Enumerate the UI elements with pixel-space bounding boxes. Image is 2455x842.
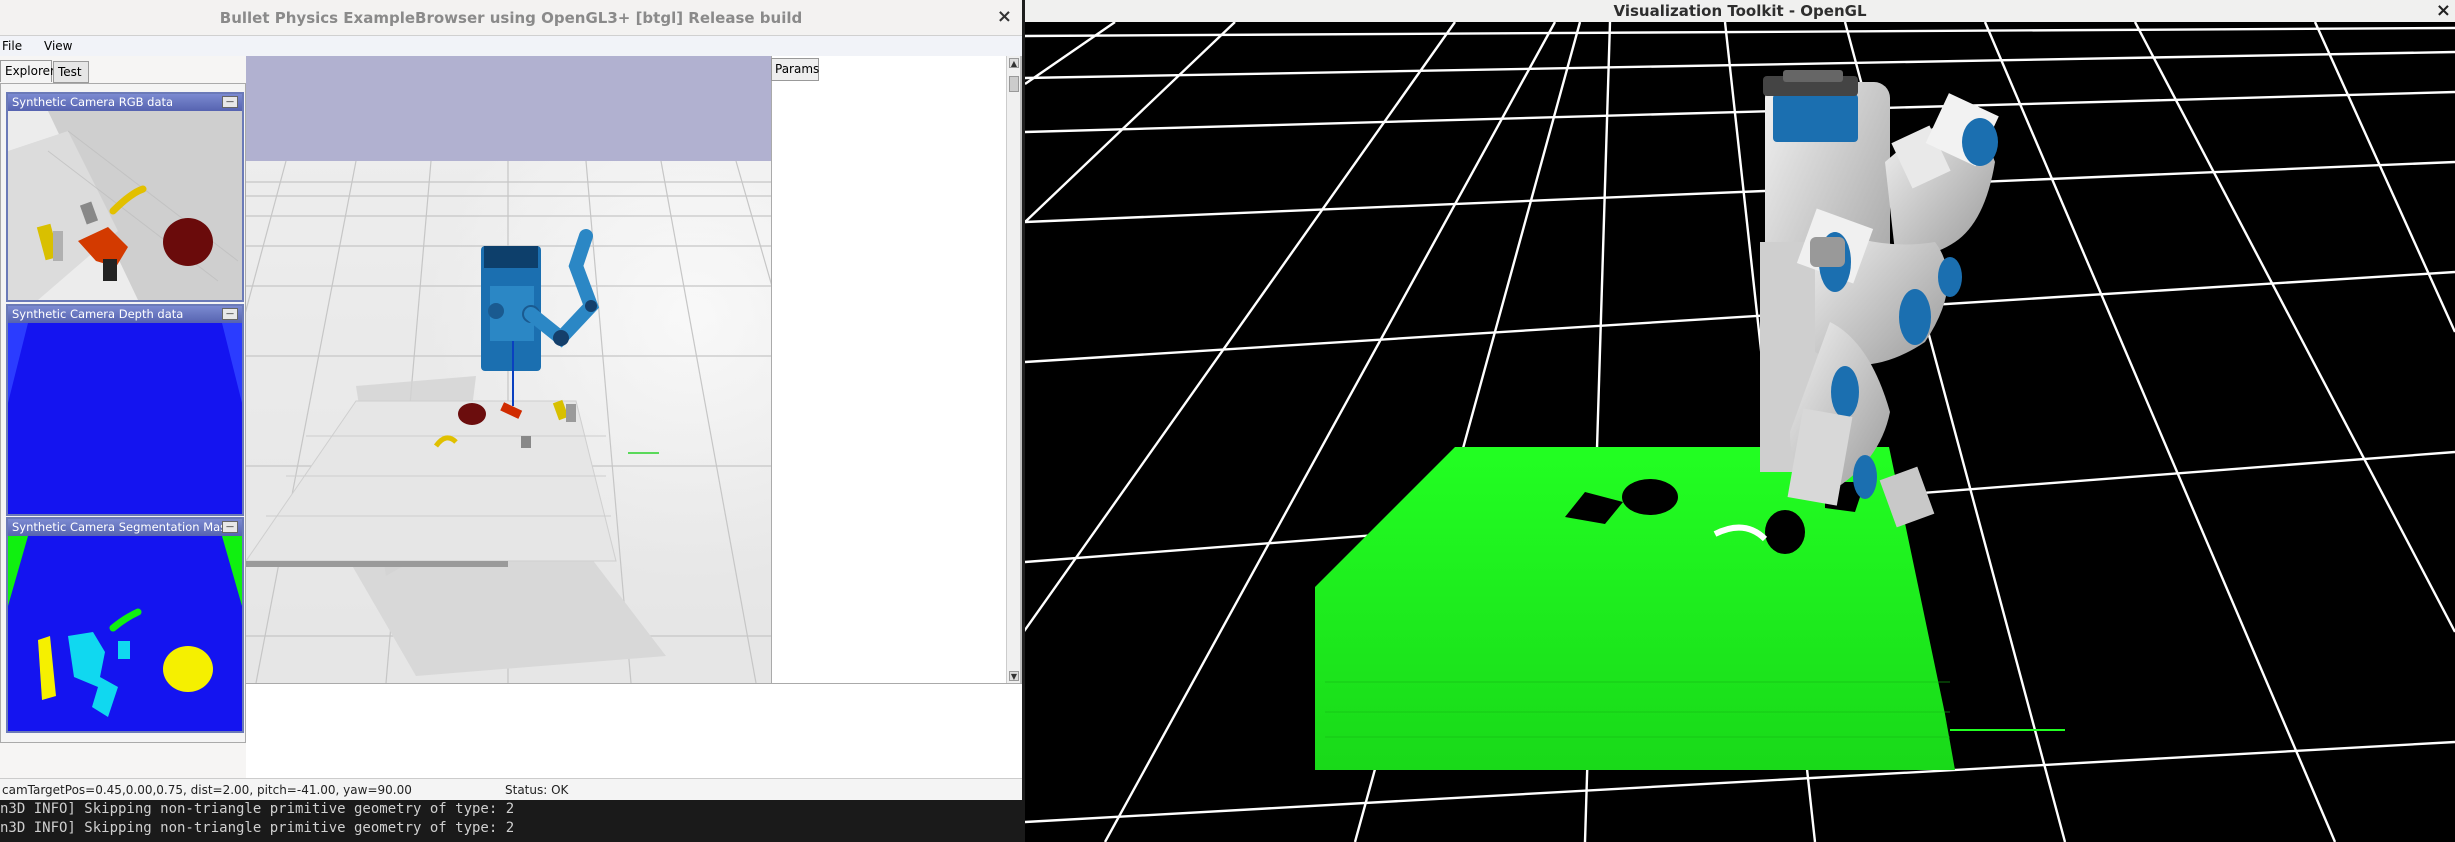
menu-view[interactable]: View <box>44 39 72 53</box>
segmentation-camera-title: Synthetic Camera Segmentation Mask <box>12 520 233 534</box>
vtk-window: Visualization Toolkit - OpenGL × <box>1025 0 2455 842</box>
bullet-example-browser-window: Bullet Physics ExampleBrowser using Open… <box>0 0 1022 800</box>
scroll-down-icon[interactable]: ▼ <box>1009 671 1019 681</box>
depth-camera-title: Synthetic Camera Depth data <box>12 307 184 321</box>
vtk-render-view[interactable] <box>1025 22 2455 842</box>
close-icon[interactable]: × <box>997 6 1012 27</box>
menu-bar: File View <box>0 36 1022 56</box>
status-bar: camTargetPos=0.45,0.00,0.75, dist=2.00, … <box>0 778 1022 800</box>
segmentation-camera-window[interactable]: Synthetic Camera Segmentation Mask — <box>6 517 244 733</box>
rgb-camera-title: Synthetic Camera RGB data <box>12 95 174 109</box>
minimize-icon[interactable]: — <box>222 96 238 108</box>
minimize-icon[interactable]: — <box>222 308 238 320</box>
output-pane <box>246 683 1022 778</box>
window-titlebar[interactable]: Visualization Toolkit - OpenGL × <box>1025 0 2455 22</box>
camera-status-text: camTargetPos=0.45,0.00,0.75, dist=2.00, … <box>2 783 412 797</box>
terminal-line: n3D INFO] Skipping non-triangle primitiv… <box>0 820 515 836</box>
physics-viewport[interactable] <box>246 56 771 683</box>
tab-params[interactable]: Params <box>771 58 819 81</box>
scroll-thumb[interactable] <box>1009 76 1019 92</box>
rgb-camera-image <box>8 111 242 300</box>
minimize-icon[interactable]: — <box>222 521 238 533</box>
window-title: Bullet Physics ExampleBrowser using Open… <box>219 8 803 27</box>
scroll-up-icon[interactable]: ▲ <box>1009 58 1019 68</box>
window-titlebar[interactable]: Bullet Physics ExampleBrowser using Open… <box>0 0 1022 36</box>
menu-file[interactable]: File <box>2 39 22 53</box>
rgb-camera-window[interactable]: Synthetic Camera RGB data — <box>6 92 244 302</box>
tab-explorer[interactable]: Explorer <box>0 60 55 82</box>
viewport-scene[interactable] <box>246 56 771 683</box>
params-panel <box>771 56 1006 683</box>
window-title: Visualization Toolkit - OpenGL <box>1613 2 1867 20</box>
status-text: Status: OK <box>505 783 569 797</box>
terminal-line: n3D INFO] Skipping non-triangle primitiv… <box>0 801 515 817</box>
close-icon[interactable]: × <box>2436 0 2451 21</box>
terminal-output: n3D INFO] Skipping non-triangle primitiv… <box>0 800 1025 842</box>
depth-camera-image <box>8 323 242 514</box>
depth-camera-window[interactable]: Synthetic Camera Depth data — <box>6 304 244 516</box>
tab-test[interactable]: Test <box>53 61 89 83</box>
vertical-scrollbar[interactable]: ▲ ▼ <box>1006 56 1020 683</box>
segmentation-camera-image <box>8 536 242 731</box>
